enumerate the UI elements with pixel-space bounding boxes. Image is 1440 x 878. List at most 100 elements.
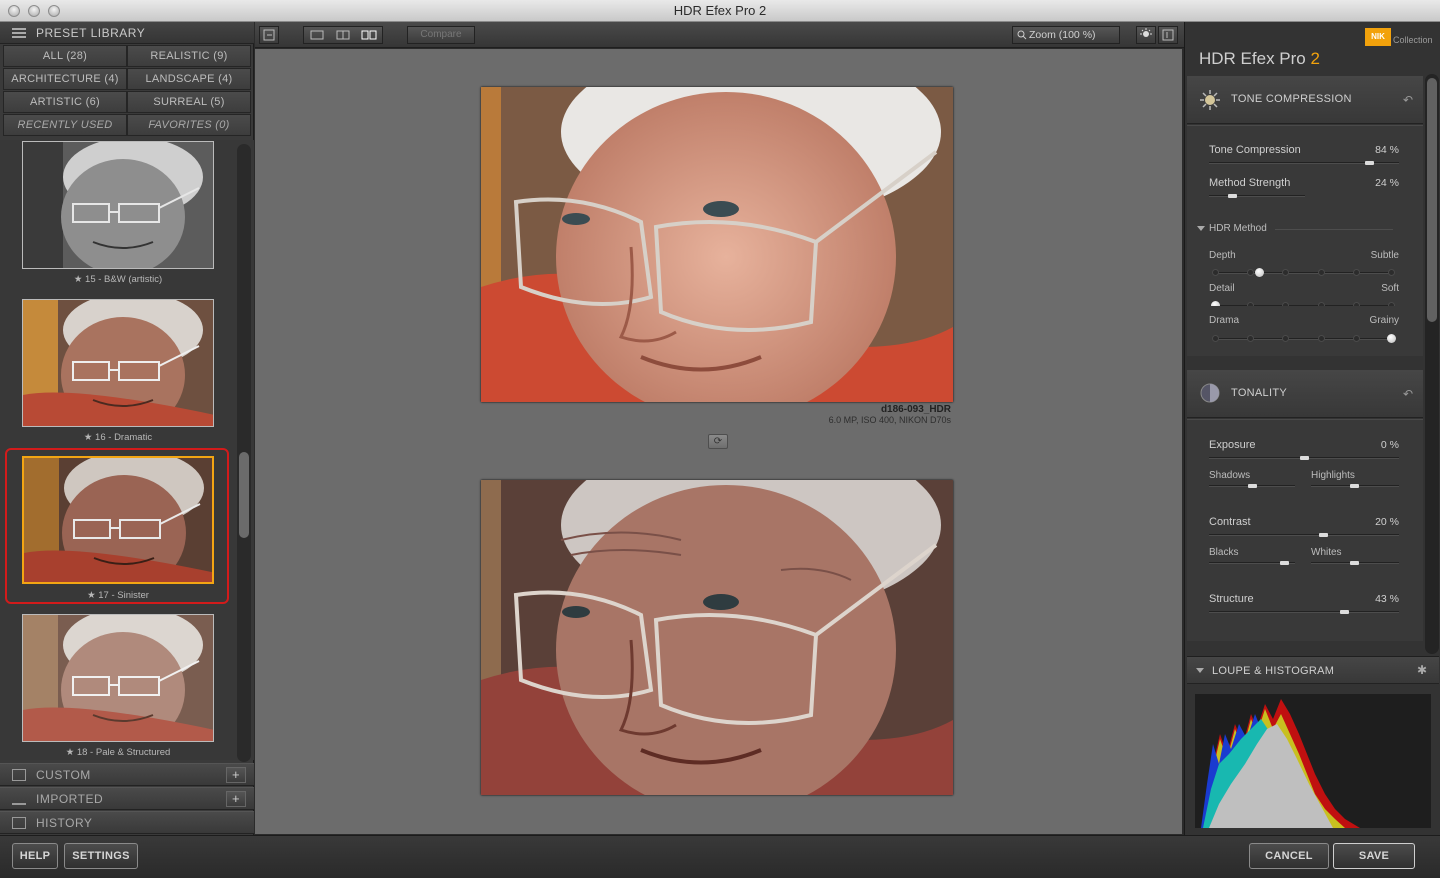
list-icon: [12, 28, 26, 38]
reset-icon[interactable]: ↶: [1403, 387, 1413, 401]
structure-slider[interactable]: [1209, 611, 1399, 613]
contrast-label: Contrast: [1209, 516, 1251, 528]
depth-step[interactable]: [1352, 269, 1360, 276]
exposure-knob[interactable]: [1300, 456, 1309, 460]
custom-label: CUSTOM: [36, 768, 91, 782]
depth-track[interactable]: [1215, 272, 1391, 274]
tone-compression-knob[interactable]: [1364, 161, 1374, 165]
sun-icon: [1200, 90, 1220, 110]
depth-step[interactable]: [1388, 269, 1395, 276]
loupe-histogram-header[interactable]: LOUPE & HISTOGRAM ✱: [1187, 656, 1439, 684]
drama-step[interactable]: [1317, 335, 1325, 342]
swap-images-button[interactable]: ⟳: [708, 434, 728, 449]
settings-button[interactable]: SETTINGS: [64, 843, 138, 869]
browse-button[interactable]: [259, 26, 279, 44]
exposure-label: Exposure: [1209, 439, 1256, 451]
subtle-label: Subtle: [1370, 250, 1399, 261]
drama-step[interactable]: [1247, 335, 1255, 342]
help-button[interactable]: HELP: [12, 843, 58, 869]
tone-compression-header[interactable]: TONE COMPRESSION ↶: [1187, 76, 1423, 124]
imported-section[interactable]: IMPORTED +: [0, 787, 254, 810]
disclosure-triangle-icon[interactable]: [1197, 226, 1205, 231]
depth-step[interactable]: [1212, 269, 1219, 276]
bottom-bar: HELP SETTINGS CANCEL SAVE: [0, 835, 1440, 878]
image-meta: 6.0 MP, ISO 400, NIKON D70s: [828, 415, 951, 425]
grainy-label: Grainy: [1369, 315, 1399, 326]
depth-step[interactable]: [1317, 269, 1325, 276]
original-image[interactable]: [481, 87, 953, 402]
preset-item-pale-structured[interactable]: ★ 18 - Pale & Structured: [8, 614, 228, 760]
tone-compression-title: TONE COMPRESSION: [1231, 93, 1352, 105]
cancel-button[interactable]: CANCEL: [1249, 843, 1329, 869]
depth-knob[interactable]: [1255, 268, 1264, 277]
category-all[interactable]: ALL (28): [3, 45, 127, 67]
highlights-knob[interactable]: [1350, 484, 1359, 488]
panel-toggle-button[interactable]: [1158, 26, 1178, 44]
category-realistic[interactable]: REALISTIC (9): [127, 45, 251, 67]
view-mode-icons: [310, 30, 377, 40]
title-bar: HDR Efex Pro 2: [0, 0, 1440, 22]
whites-label: Whites: [1311, 547, 1342, 558]
magnifier-icon: [1017, 30, 1027, 40]
preset-thumbnail: [22, 614, 214, 742]
drama-knob[interactable]: [1387, 334, 1396, 343]
category-artistic[interactable]: ARTISTIC (6): [3, 91, 127, 113]
reset-icon[interactable]: ↶: [1403, 93, 1413, 107]
depth-step[interactable]: [1282, 269, 1290, 276]
contrast-value: 20 %: [1375, 516, 1399, 528]
tone-compression-body: Tone Compression 84 % Method Strength 24…: [1187, 125, 1423, 310]
category-architecture[interactable]: ARCHITECTURE (4): [3, 68, 127, 90]
structure-label: Structure: [1209, 593, 1254, 605]
tonality-body: Exposure 0 % Shadows Highlights Contrast…: [1187, 419, 1423, 641]
background-brightness-button[interactable]: [1136, 26, 1156, 44]
preset-library-header[interactable]: PRESET LIBRARY: [0, 22, 254, 44]
preset-thumbnail: [22, 141, 214, 269]
history-section[interactable]: HISTORY: [0, 811, 254, 834]
pin-icon[interactable]: ✱: [1417, 663, 1427, 677]
category-recently-used[interactable]: RECENTLY USED: [3, 114, 127, 136]
preset-library-title: PRESET LIBRARY: [36, 26, 146, 40]
preset-label: ★ 18 - Pale & Structured: [65, 747, 171, 758]
drama-row: Drama Grainy: [1187, 306, 1423, 356]
drama-step[interactable]: [1212, 335, 1219, 342]
browse-icon: [263, 29, 275, 41]
disclosure-triangle-icon[interactable]: [1196, 668, 1204, 673]
depth-step[interactable]: [1247, 269, 1255, 276]
add-imported-button[interactable]: +: [226, 791, 246, 807]
save-button[interactable]: SAVE: [1333, 843, 1415, 869]
processed-image[interactable]: [481, 480, 953, 795]
structure-knob[interactable]: [1339, 610, 1349, 614]
contrast-slider[interactable]: [1209, 534, 1399, 536]
custom-section[interactable]: CUSTOM +: [0, 763, 254, 786]
preset-label: ★ 16 - Dramatic: [83, 432, 153, 443]
adjustments-scrollbar-thumb[interactable]: [1427, 78, 1437, 322]
drama-track[interactable]: [1215, 338, 1391, 340]
image-name: d186-093_HDR: [880, 404, 951, 415]
contrast-knob[interactable]: [1319, 533, 1328, 537]
method-strength-knob[interactable]: [1228, 194, 1238, 198]
preset-item-dramatic[interactable]: ★ 16 - Dramatic: [8, 298, 228, 450]
method-strength-value: 24 %: [1375, 177, 1399, 189]
whites-knob[interactable]: [1350, 561, 1359, 565]
app-title-name: HDR Efex Pro: [1199, 49, 1306, 68]
preset-item-bw-artistic[interactable]: ★ 15 - B&W (artistic): [8, 140, 228, 292]
tone-compression-label: Tone Compression: [1209, 144, 1301, 156]
history-label: HISTORY: [36, 816, 93, 830]
app-window: HDR Efex Pro 2 PRESET LIBRARY ALL (28) R…: [0, 0, 1440, 878]
method-strength-slider[interactable]: [1209, 195, 1305, 197]
blacks-knob[interactable]: [1280, 561, 1289, 565]
category-favorites[interactable]: FAVORITES (0): [127, 114, 251, 136]
category-landscape[interactable]: LANDSCAPE (4): [127, 68, 251, 90]
adjustments-panel: NIK Collection HDR Efex Pro 2 TONE COMPR…: [1184, 22, 1440, 835]
add-custom-button[interactable]: +: [226, 767, 246, 783]
zoom-button[interactable]: Zoom (100 %): [1012, 26, 1120, 44]
shadows-knob[interactable]: [1248, 484, 1257, 488]
detail-label: Detail: [1209, 283, 1235, 294]
drama-step[interactable]: [1352, 335, 1360, 342]
drama-step[interactable]: [1282, 335, 1290, 342]
nik-logo: NIK: [1365, 28, 1391, 46]
preset-scrollbar-thumb[interactable]: [239, 452, 249, 538]
tonality-header[interactable]: TONALITY ↶: [1187, 370, 1423, 418]
compare-button[interactable]: Compare: [407, 26, 475, 44]
category-surreal[interactable]: SURREAL (5): [127, 91, 251, 113]
